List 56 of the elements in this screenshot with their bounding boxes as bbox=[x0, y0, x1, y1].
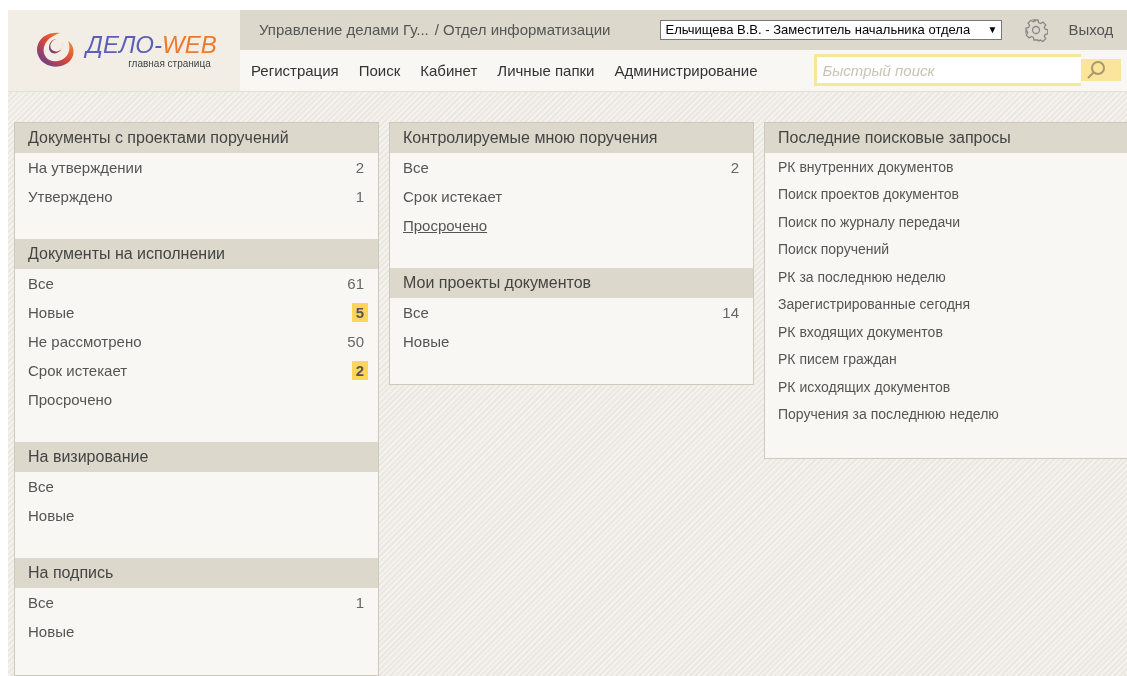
section-title: Контролируемые мною поручения bbox=[390, 123, 753, 153]
section-link[interactable]: Все bbox=[28, 594, 54, 611]
logo-subtitle: главная страница bbox=[128, 58, 211, 69]
logo-title: ДЕЛО-WEB bbox=[86, 32, 217, 58]
section-title: На подпись bbox=[15, 558, 378, 588]
count-badge: 2 bbox=[351, 361, 368, 380]
section-link[interactable]: Поиск по журналу передачи bbox=[778, 213, 961, 230]
section-link[interactable]: РК исходящих документов bbox=[778, 378, 951, 395]
nav-item[interactable]: Кабинет bbox=[420, 61, 478, 79]
section-link[interactable]: РК за последнюю неделю bbox=[778, 268, 946, 285]
count-label: 14 bbox=[721, 303, 740, 322]
nav-item[interactable]: Администрирование bbox=[614, 61, 758, 79]
section-link[interactable]: Все bbox=[403, 159, 429, 176]
breadcrumb-organization: Управление делами Гу... bbox=[259, 21, 429, 39]
section-title: Мои проекты документов bbox=[390, 268, 753, 298]
section-link[interactable]: На утверждении bbox=[28, 159, 143, 176]
section-link[interactable]: Просрочено bbox=[403, 217, 488, 234]
section-link[interactable]: Зарегистрированные сегодня bbox=[778, 296, 971, 313]
count-label: 50 bbox=[346, 332, 365, 351]
section-link[interactable]: Новые bbox=[28, 623, 75, 640]
section-link[interactable]: РК писем граждан bbox=[778, 351, 897, 368]
section-title: Документы на исполнении bbox=[15, 239, 378, 269]
section-link[interactable]: РК входящих документов bbox=[778, 323, 943, 340]
section-link[interactable]: Срок истекает bbox=[403, 188, 503, 205]
quick-search-field[interactable]: Быстрый поиск bbox=[813, 54, 1081, 87]
section-link[interactable]: Не рассмотрено bbox=[28, 333, 142, 350]
count-label: 1 bbox=[354, 593, 365, 612]
section-link[interactable]: Утверждено bbox=[28, 188, 113, 205]
section-link[interactable]: Поиск поручений bbox=[778, 241, 890, 258]
section-link[interactable]: Новые bbox=[28, 507, 75, 524]
section-link[interactable]: Поручения за последнюю неделю bbox=[778, 406, 999, 423]
count-label: 1 bbox=[354, 187, 365, 206]
nav-item[interactable]: Поиск bbox=[358, 61, 401, 79]
breadcrumb-department: / Отдел информатизации bbox=[434, 21, 611, 39]
section-link[interactable]: Все bbox=[28, 478, 54, 495]
section-link[interactable]: Срок истекает bbox=[28, 362, 128, 379]
user-select[interactable]: Ельчищева В.В. - Заместитель начальника отдела ▼ bbox=[660, 19, 1003, 40]
nav-item[interactable]: Личные папки bbox=[497, 61, 595, 79]
logout-link[interactable]: Выход bbox=[1068, 21, 1114, 39]
section-link[interactable]: Просрочено bbox=[28, 391, 113, 408]
section-title: Документы с проектами поручений bbox=[15, 123, 378, 153]
section-title: На визирование bbox=[15, 442, 378, 472]
section-link[interactable]: Все bbox=[403, 304, 429, 321]
nav-item[interactable]: Регистрация bbox=[251, 61, 339, 79]
count-label: 61 bbox=[346, 274, 365, 293]
section-link[interactable]: Новые bbox=[28, 304, 75, 321]
count-label: 2 bbox=[354, 158, 365, 177]
settings-icon[interactable] bbox=[1024, 17, 1049, 42]
count-badge: 5 bbox=[351, 303, 368, 322]
section-link[interactable]: Поиск проектов документов bbox=[778, 186, 959, 203]
search-button[interactable] bbox=[1080, 59, 1121, 82]
count-label: 2 bbox=[729, 158, 740, 177]
section-title: Последние поисковые запросы bbox=[765, 123, 1127, 153]
section-link[interactable]: Новые bbox=[403, 333, 450, 350]
section-link[interactable]: Все bbox=[28, 275, 54, 292]
section-link[interactable]: РК внутренних документов bbox=[778, 158, 954, 175]
